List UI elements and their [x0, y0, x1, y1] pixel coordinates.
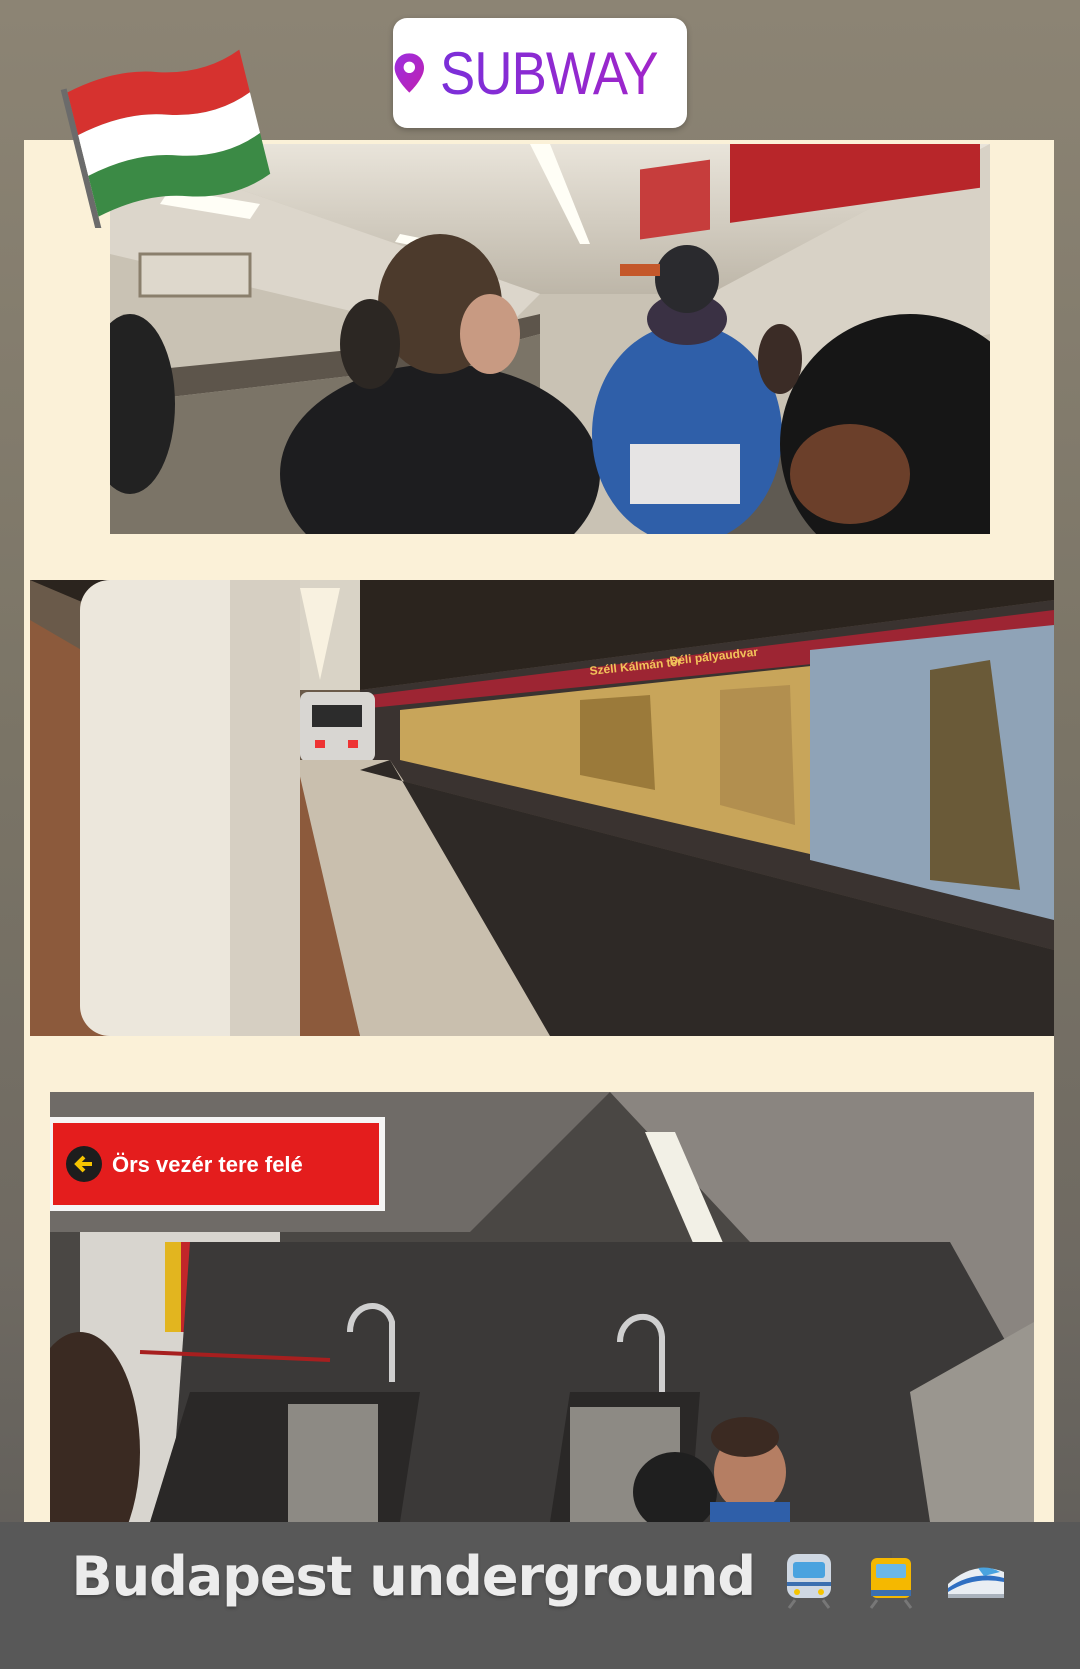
platform-photo[interactable]: Széll Kálmán tér Déli pályaudvar	[30, 580, 1054, 1036]
metro-train-icon	[786, 1554, 831, 1610]
story-caption: Budapest underground	[0, 1545, 1080, 1610]
tram-icon	[869, 1550, 912, 1610]
caption-text: Budapest underground	[71, 1545, 756, 1608]
map-pin-icon	[394, 53, 425, 93]
location-label: SUBWAY	[439, 39, 659, 107]
location-sticker[interactable]: SUBWAY	[393, 18, 687, 128]
lower-hall-photo[interactable]: Örs vezér tere felé	[50, 1092, 1034, 1522]
hungary-flag-icon	[60, 49, 271, 228]
bullet-train-icon	[948, 1567, 1005, 1599]
direction-sign-text: Örs vezér tere felé	[112, 1152, 303, 1177]
